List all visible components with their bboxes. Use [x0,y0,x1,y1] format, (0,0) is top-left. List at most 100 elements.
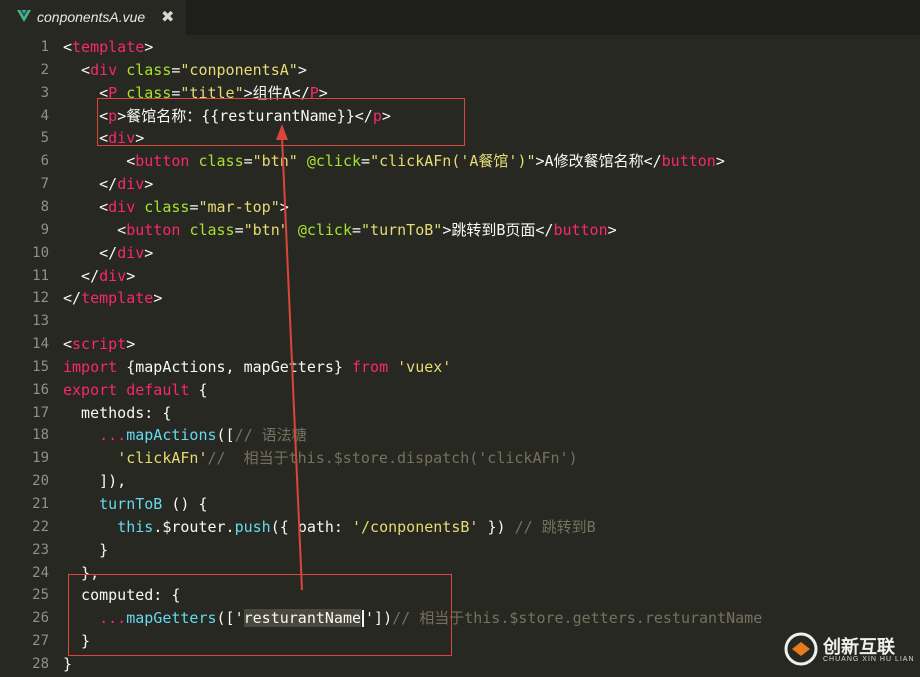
code-token: () { [162,495,208,513]
code-token: > [279,197,289,216]
code-line[interactable]: 2 <div class="conponentsA"> [0,59,920,82]
line-number: 1 [40,39,49,55]
code-line[interactable]: 21 turnToB () { [0,493,920,516]
code-token: class [126,60,172,79]
code-text: export default { [63,379,208,402]
watermark-subtitle: CHUANG XIN HU LIAN [823,656,915,663]
code-line[interactable]: 17 methods: { [0,402,920,425]
line-number: 26 [32,610,49,627]
code-text: <template> [63,36,153,59]
line-number: 5 [40,130,49,147]
code-token: > [715,152,725,171]
line-number: 28 [32,655,49,672]
code-line[interactable]: 18 ...mapActions([// 语法糖 [0,424,920,447]
code-line[interactable]: 14 <script> [0,333,920,356]
code-token: @click [306,152,362,171]
code-text: ]), [63,470,126,493]
code-token: '/conponentsB' [352,517,479,536]
code-text: </div> [63,242,153,265]
code-text: <button class="btn" @click="clickAFn('A餐… [63,150,725,173]
code-line[interactable]: 1 <template> [0,36,920,59]
code-token: < [63,335,73,354]
code-token: "btn" [243,220,289,239]
code-line[interactable]: 16 export default { [0,379,920,402]
code-token: button [135,152,190,171]
code-token: methods: { [63,403,172,422]
code-line[interactable]: 9 <button class="btn" @click="turnToB">跳… [0,219,920,242]
code-line[interactable]: 8 <div class="mar-top"> [0,196,920,219]
line-number: 4 [40,107,49,124]
code-token: >跳转到B页面</ [442,220,554,239]
line-number: 9 [40,221,49,238]
code-token: div [108,197,136,216]
code-token: div [99,266,127,285]
code-text: ...mapActions([// 语法糖 [63,424,307,447]
close-icon[interactable]: ✖ [161,7,174,27]
code-token: div [90,60,118,79]
code-token: class [189,220,235,239]
code-token: // 相当于this.$store.dispatch('clickAFn') [207,449,578,468]
code-token: = [352,220,362,239]
line-number: 10 [32,244,49,261]
code-line[interactable]: 6 <button class="btn" @click="clickAFn('… [0,150,920,173]
code-token: } [63,540,109,559]
code-token: < [63,152,136,171]
code-token: ([ [216,426,235,445]
code-token: }) [478,517,515,536]
code-line[interactable]: 23 } [0,539,920,562]
code-token: "btn" [252,152,298,171]
line-number: 25 [32,587,49,604]
watermark: 创新互联 CHUANG XIN HU LIAN [775,629,920,677]
code-token: button [661,152,716,171]
brand-logo-icon [784,632,818,666]
code-token: > [153,289,163,308]
code-token: </ [63,266,100,285]
code-line[interactable]: 15 import {mapActions, mapGetters} from '… [0,356,920,379]
code-token: export [63,380,118,399]
code-token: button [553,220,608,239]
code-text: 'clickAFn'// 相当于this.$store.dispatch('cl… [63,447,578,470]
line-number: 17 [32,404,49,421]
code-line[interactable]: 12 </template> [0,287,920,310]
code-line[interactable]: 19 'clickAFn'// 相当于this.$store.dispatch(… [0,447,920,470]
code-token: @click [297,220,352,239]
code-token: this [117,517,154,536]
code-token: "turnToB" [361,220,443,239]
code-token: from [352,357,389,376]
code-line[interactable]: 22 this.$router.push({ path: '/conponent… [0,516,920,539]
code-line[interactable]: 20 ]), [0,470,920,493]
code-token: > [144,38,154,56]
tab-conponentsA[interactable]: conponentsA.vue ✖ [0,0,186,35]
line-number: 23 [32,541,49,558]
code-token: < [63,197,109,216]
code-token: 'clickAFn' [117,449,208,468]
tab-title: conponentsA.vue [37,9,146,25]
code-line[interactable]: 11 </div> [0,265,920,288]
code-token: < [63,220,127,239]
code-token: </ [63,289,82,308]
code-token: ... [99,426,127,445]
code-token: template [72,38,145,56]
line-number: 18 [32,427,49,444]
code-text: <div class="mar-top"> [63,196,289,219]
code-line[interactable]: 7 </div> [0,173,920,196]
code-token: class [198,152,244,171]
code-text: </div> [63,173,153,196]
code-line[interactable]: 10 </div> [0,242,920,265]
code-token: </ [63,243,118,262]
code-line[interactable]: 13 [0,310,920,333]
code-text: methods: { [63,402,171,425]
code-token: ({ path: [270,517,352,536]
code-text: } [63,653,72,676]
code-token: "mar-top" [198,197,280,216]
highlight-box-computed [68,574,452,656]
code-token: 'vuex' [397,357,452,376]
line-number: 27 [32,633,49,650]
code-token: template [81,289,154,308]
